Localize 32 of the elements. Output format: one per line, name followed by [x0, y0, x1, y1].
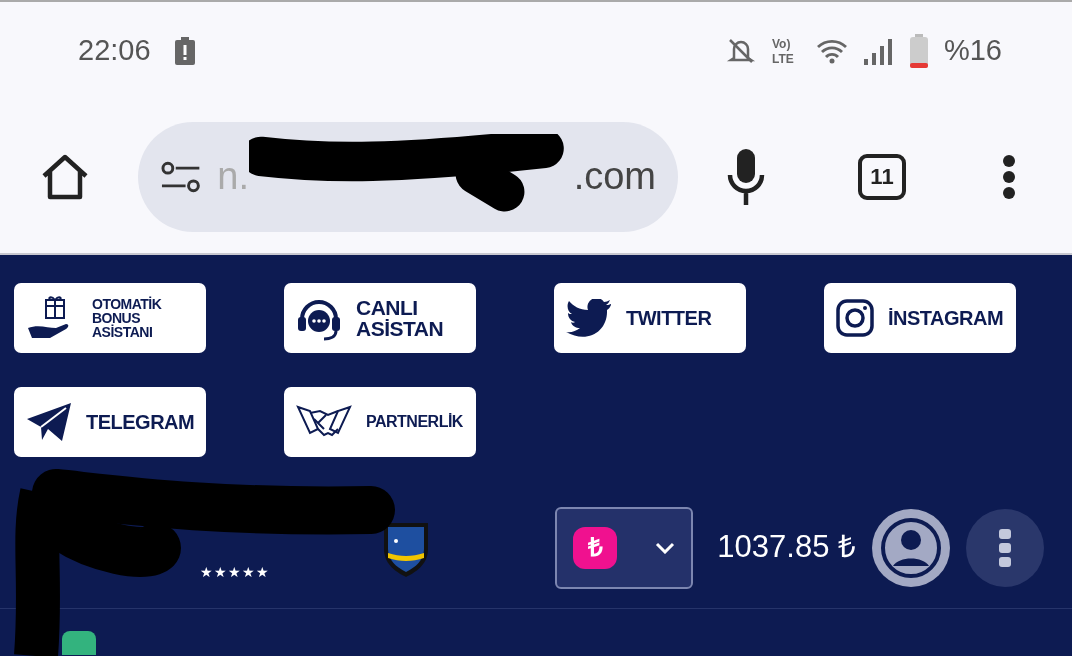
volte-icon: Vo) LTE	[771, 36, 800, 66]
currency-icon: ₺	[573, 526, 618, 569]
logo-stars: ★★★★★	[200, 563, 270, 582]
link-button[interactable]: OTOMATİK BONUS ASİSTANI	[14, 283, 206, 353]
chevron-down-icon	[655, 541, 676, 554]
link-button[interactable]: TELEGRAM	[14, 387, 206, 457]
url-text: .com	[573, 154, 656, 199]
bird-icon	[566, 299, 612, 337]
balance-amount: 1037.85 ₺	[717, 528, 856, 567]
wifi-icon	[815, 38, 848, 64]
person-icon	[881, 517, 941, 578]
site-settings-icon[interactable]	[160, 160, 202, 193]
clock-time: 22:06	[78, 33, 151, 69]
microphone-icon[interactable]	[726, 148, 766, 205]
link-button[interactable]: TWITTER	[554, 283, 746, 353]
currency-select[interactable]: ₺	[555, 506, 694, 589]
home-icon[interactable]	[40, 153, 90, 200]
url-text: n.	[217, 154, 249, 199]
more-options-icon[interactable]	[1002, 153, 1016, 200]
link-button[interactable]: İNSTAGRAM	[824, 283, 1016, 353]
link-button[interactable]: CANLI ASİSTAN	[284, 283, 476, 353]
address-bar[interactable]: n. .com	[138, 121, 678, 232]
link-button[interactable]: PARTNERLİK	[284, 387, 476, 457]
battery-icon	[909, 34, 928, 68]
paper-plane-icon	[26, 402, 72, 442]
tab-count-button[interactable]: 11	[858, 153, 906, 200]
signal-icon	[863, 37, 894, 65]
battery-alert-icon	[174, 37, 195, 65]
camera-icon	[836, 299, 874, 337]
app-icon[interactable]	[62, 631, 96, 655]
battery-percent: %16	[943, 33, 1002, 69]
menu-icon	[999, 528, 1011, 567]
